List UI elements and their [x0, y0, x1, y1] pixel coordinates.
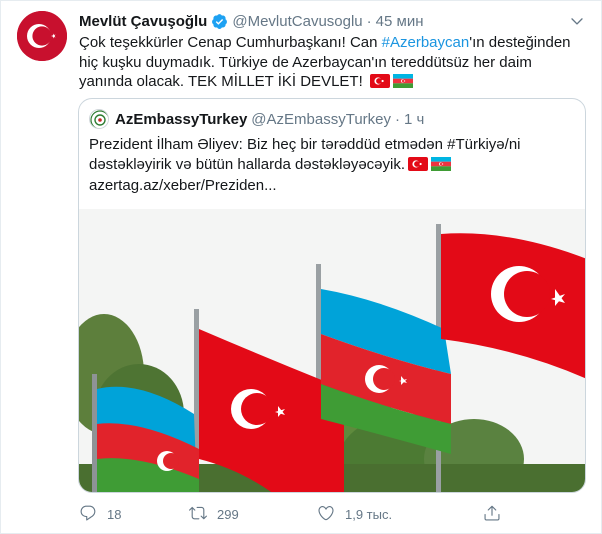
quoted-author-avatar[interactable]	[89, 109, 109, 129]
retweet-icon	[189, 504, 217, 525]
like-count: 1,9 тыс.	[345, 506, 393, 522]
reply-count: 18	[107, 506, 122, 522]
retweet-button[interactable]: 299	[189, 503, 239, 525]
tweet-text: Çok teşekkürler Cenap Cumhurbaşkanı! Can…	[79, 33, 589, 94]
separator-dot: ·	[366, 12, 372, 30]
quoted-timestamp[interactable]: 1 ч	[404, 111, 424, 128]
tweet-text-part1: Çok teşekkürler Cenap Cumhurbaşkanı! Can	[79, 34, 382, 51]
reply-icon	[79, 504, 107, 525]
share-icon	[483, 504, 511, 525]
quoted-tweet[interactable]: AzEmbassyTurkey @AzEmbassyTurkey · 1 ч P…	[78, 98, 586, 493]
author-name[interactable]: Mevlüt Çavuşoğlu	[79, 13, 207, 30]
quoted-author-handle[interactable]: @AzEmbassyTurkey	[251, 111, 391, 128]
hashtag-link[interactable]: #Azerbaycan	[382, 34, 470, 51]
author-avatar[interactable]	[17, 11, 67, 61]
reply-button[interactable]: 18	[79, 503, 121, 525]
turkey-flag-icon	[408, 156, 429, 177]
quoted-text: Prezident İlham Əliyev: Biz heç bir tərə…	[89, 135, 575, 196]
quoted-header: AzEmbassyTurkey @AzEmbassyTurkey · 1 ч	[115, 109, 424, 129]
quoted-author-name[interactable]: AzEmbassyTurkey	[115, 111, 247, 128]
separator-dot: ·	[395, 110, 400, 128]
tweet-card[interactable]: Mevlüt Çavuşoğlu @MevlutCavusoglu · 45 м…	[0, 0, 602, 534]
heart-icon	[317, 504, 345, 525]
tweet-header: Mevlüt Çavuşoğlu @MevlutCavusoglu · 45 м…	[79, 11, 561, 31]
azerbaijan-flag-icon	[431, 156, 452, 177]
author-handle[interactable]: @MevlutCavusoglu	[232, 13, 362, 30]
like-button[interactable]: 1,9 тыс.	[317, 503, 392, 525]
turkey-flag-icon	[369, 74, 390, 94]
share-button[interactable]	[483, 503, 511, 525]
azerbaijan-flag-icon	[392, 74, 413, 94]
verified-badge-icon	[211, 13, 228, 30]
flags-photo[interactable]	[79, 209, 585, 492]
chevron-down-icon[interactable]	[569, 13, 585, 29]
quoted-link[interactable]: azertag.az/xeber/Preziden...	[89, 177, 277, 194]
action-bar: 18 299 1,9 тыс.	[79, 503, 519, 525]
tweet-timestamp[interactable]: 45 мин	[376, 13, 424, 30]
quoted-body: Prezident İlham Əliyev: Biz heç bir tərə…	[89, 136, 521, 173]
retweet-count: 299	[217, 506, 239, 522]
